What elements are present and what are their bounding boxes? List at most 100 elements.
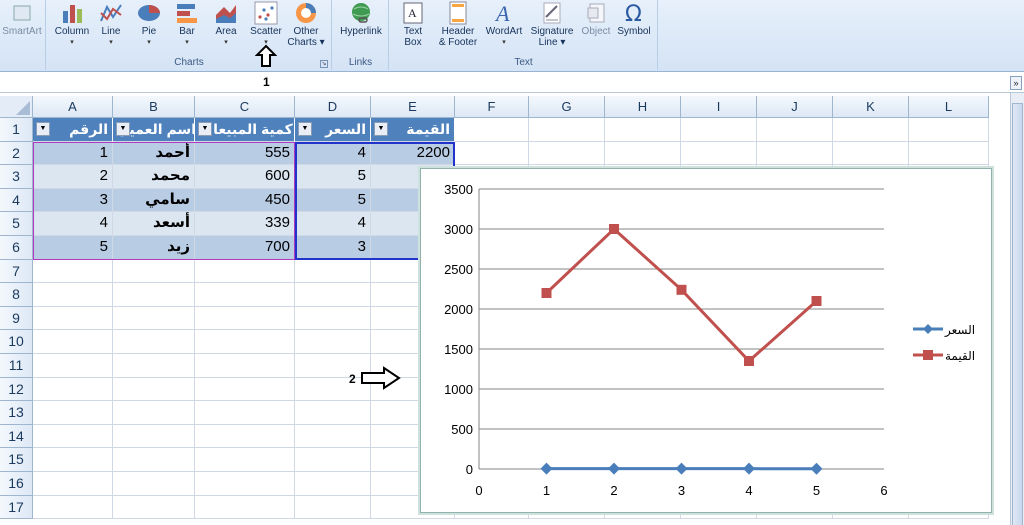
cell-h3[interactable] [605,165,681,189]
cell-b13[interactable] [113,401,195,425]
cell-f4[interactable] [455,188,529,213]
column-header-i[interactable]: I [681,96,757,118]
cell-h13[interactable] [605,401,681,425]
cell-f6[interactable] [455,236,529,260]
cell-i3[interactable] [681,165,757,189]
cell-j8[interactable] [757,283,833,307]
cell-b8[interactable] [113,283,195,307]
cell-l2[interactable] [909,141,989,166]
row-header-4[interactable]: 4 [0,188,33,213]
cell-h8[interactable] [605,283,681,307]
cell-l15[interactable] [909,448,989,472]
cell-b11[interactable] [113,354,195,378]
scrollbar-thumb[interactable] [1012,103,1023,525]
other-charts-button[interactable]: Other Charts ▾ [287,0,325,48]
cell-f9[interactable] [455,306,529,331]
cell-c12[interactable] [195,377,295,402]
cell-g16[interactable] [529,472,605,496]
row-header-17[interactable]: 17 [0,495,33,520]
cell-b12[interactable] [113,377,195,402]
cell-l16[interactable] [909,472,989,496]
cell-g15[interactable] [529,448,605,472]
object-button[interactable]: Object [578,0,614,37]
cell-j13[interactable] [757,401,833,425]
cell-d16[interactable] [295,472,371,496]
row-header-11[interactable]: 11 [0,354,33,378]
column-header-b[interactable]: B [113,96,195,118]
cell-a7[interactable] [33,259,113,284]
bar-chart-button[interactable]: Bar ▾ [171,0,203,48]
cell-i16[interactable] [681,472,757,496]
cell-j10[interactable] [757,330,833,354]
cell-d15[interactable] [295,448,371,472]
cell-k7[interactable] [833,259,909,284]
cell-k14[interactable] [833,424,909,449]
cell-j1[interactable] [757,118,833,142]
cell-h11[interactable] [605,354,681,378]
signature-line-button[interactable]: Signature Line ▾ [527,0,577,48]
cell-d8[interactable] [295,283,371,307]
cell-e8[interactable] [371,283,455,307]
cell-e16[interactable] [371,472,455,496]
cell-k4[interactable] [833,188,909,213]
column-header-f[interactable]: F [455,96,529,118]
cell-h12[interactable] [605,377,681,402]
cell-f10[interactable] [455,330,529,354]
column-header-k[interactable]: K [833,96,909,118]
cell-l11[interactable] [909,354,989,378]
cell-h1[interactable] [605,118,681,142]
cell-h16[interactable] [605,472,681,496]
cell-k1[interactable] [833,118,909,142]
row-header-9[interactable]: 9 [0,306,33,331]
cell-k16[interactable] [833,472,909,496]
table-header-cell[interactable]: ▼ كمية المبيعات [195,118,295,142]
cell-k6[interactable] [833,236,909,260]
cell-b9[interactable] [113,306,195,331]
cell-d10[interactable] [295,330,371,354]
row-header-6[interactable]: 6 [0,236,33,260]
cell-l13[interactable] [909,401,989,425]
symbol-button[interactable]: Ω Symbol [614,0,654,37]
cell-g4[interactable] [529,188,605,213]
cell-a14[interactable] [33,424,113,449]
cell-b7[interactable] [113,259,195,284]
table-header-cell[interactable]: ▼ الرقم [33,118,113,142]
table-header-cell[interactable]: ▼ اسم العميل [113,118,195,142]
cell-b14[interactable] [113,424,195,449]
cell-f15[interactable] [455,448,529,472]
cell-e17[interactable] [371,495,455,520]
cell-l14[interactable] [909,424,989,449]
filter-dropdown-button[interactable]: ▼ [198,122,212,136]
column-header-j[interactable]: J [757,96,833,118]
cell-a17[interactable] [33,495,113,520]
cell-c9[interactable] [195,306,295,331]
header-footer-button[interactable]: Header & Footer [434,0,482,48]
cell-l7[interactable] [909,259,989,284]
cell-f7[interactable] [455,259,529,284]
text-box-button[interactable]: A Text Box [396,0,430,48]
column-header-e[interactable]: E [371,96,455,118]
cell-l9[interactable] [909,306,989,331]
cell-i13[interactable] [681,401,757,425]
cell-a10[interactable] [33,330,113,354]
cell-f17[interactable] [455,495,529,520]
cell-j6[interactable] [757,236,833,260]
row-header-3[interactable]: 3 [0,165,33,189]
filter-dropdown-button[interactable]: ▼ [36,122,50,136]
cell-f16[interactable] [455,472,529,496]
cell-g9[interactable] [529,306,605,331]
cell-i6[interactable] [681,236,757,260]
cell-b15[interactable] [113,448,195,472]
cell-f2[interactable] [455,141,529,166]
cell-g17[interactable] [529,495,605,520]
cell-j11[interactable] [757,354,833,378]
cell-j17[interactable] [757,495,833,520]
cell-l10[interactable] [909,330,989,354]
cell-a13[interactable] [33,401,113,425]
cell-a16[interactable] [33,472,113,496]
cell-i5[interactable] [681,212,757,236]
cell-j12[interactable] [757,377,833,402]
cell-i8[interactable] [681,283,757,307]
cell-l5[interactable] [909,212,989,236]
cell-h15[interactable] [605,448,681,472]
